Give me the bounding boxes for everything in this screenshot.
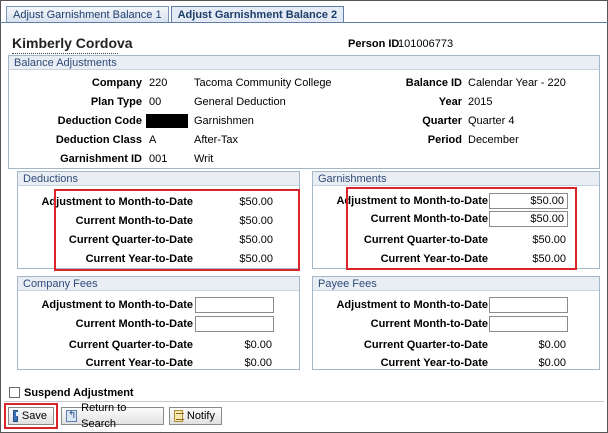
payee-fees-adj-mtd-label: Adjustment to Month-to-Date <box>336 299 488 311</box>
notify-button[interactable]: Notify <box>169 407 222 425</box>
suspend-adjustment-checkbox[interactable] <box>9 387 20 398</box>
payee-fees-adj-mtd-input[interactable] <box>489 297 568 313</box>
deduction-code-name: Garnishmen <box>194 115 254 127</box>
return-to-search-label: Return to Search <box>81 402 127 430</box>
balance-id-label: Balance ID <box>405 77 462 89</box>
payee-fees-ytd-label: Current Year-to-Date <box>380 357 488 369</box>
notify-icon <box>174 410 184 422</box>
tab-divider <box>0 22 608 23</box>
company-code: 220 <box>149 77 168 89</box>
plan-type-name: General Deduction <box>194 96 286 108</box>
payee-fees-qtd-label: Current Quarter-to-Date <box>363 339 488 351</box>
garnishment-id-value: 001 <box>149 153 168 165</box>
tab-adjust-garnishment-balance-1[interactable]: Adjust Garnishment Balance 1 <box>6 6 169 23</box>
period-label: Period <box>427 134 462 146</box>
tab-adjust-garnishment-balance-2[interactable]: Adjust Garnishment Balance 2 <box>170 6 345 23</box>
garnishment-type: Writ <box>194 153 214 165</box>
company-fees-header: Company Fees <box>18 277 299 291</box>
garnishments-highlight-box <box>346 187 577 270</box>
quarter-value: Quarter 4 <box>468 115 515 127</box>
payee-fees-qtd-value: $0.00 <box>538 339 566 351</box>
deductions-highlight-box <box>54 189 300 271</box>
company-fees-mtd-input[interactable] <box>195 316 274 332</box>
notify-label: Notify <box>186 410 215 422</box>
company-name: Tacoma Community College <box>194 77 332 89</box>
employee-name: Kimberly Cordova <box>12 35 133 51</box>
period-value: December <box>468 134 519 146</box>
plan-type-code: 00 <box>149 96 162 108</box>
deduction-class-code: A <box>149 134 157 146</box>
garnishments-header: Garnishments <box>313 172 599 186</box>
company-fees-ytd-label: Current Year-to-Date <box>85 357 193 369</box>
company-fees-qtd-label: Current Quarter-to-Date <box>68 339 193 351</box>
company-fees-adj-mtd-input[interactable] <box>195 297 274 313</box>
company-fees-mtd-label: Current Month-to-Date <box>75 318 193 330</box>
quarter-label: Quarter <box>422 115 462 127</box>
year-label: Year <box>438 96 462 108</box>
person-id-value: 101006773 <box>398 38 454 50</box>
company-fees-qtd-value: $0.00 <box>244 339 272 351</box>
company-label: Company <box>91 77 142 89</box>
payee-fees-mtd-input[interactable] <box>489 316 568 332</box>
tab-bar: Adjust Garnishment Balance 1 Adjust Garn… <box>6 6 346 23</box>
redacted-deduction-code <box>146 114 188 128</box>
employee-name-underline <box>12 53 118 54</box>
return-to-search-icon <box>66 408 78 424</box>
deduction-code-label: Deduction Code <box>57 115 142 127</box>
plan-type-label: Plan Type <box>90 96 142 108</box>
company-fees-ytd-value: $0.00 <box>244 357 272 369</box>
return-to-search-button[interactable]: Return to Search <box>61 402 164 430</box>
person-id-label: Person ID <box>348 38 400 50</box>
balance-adjustments-group: Balance Adjustments <box>8 55 600 169</box>
garnishment-id-label: Garnishment ID <box>60 153 142 165</box>
deduction-class-name: After-Tax <box>194 134 239 146</box>
year-value: 2015 <box>468 96 493 108</box>
payee-fees-header: Payee Fees <box>313 277 599 291</box>
balance-adjustments-header: Balance Adjustments <box>9 56 599 70</box>
payee-fees-mtd-label: Current Month-to-Date <box>370 318 488 330</box>
balance-id-value: Calendar Year - 220 <box>468 77 566 89</box>
payee-fees-ytd-value: $0.00 <box>538 357 566 369</box>
suspend-adjustment-label: Suspend Adjustment <box>24 387 134 399</box>
deduction-class-label: Deduction Class <box>55 134 142 146</box>
company-fees-adj-mtd-label: Adjustment to Month-to-Date <box>41 299 193 311</box>
save-highlight-box <box>4 403 58 429</box>
deductions-header: Deductions <box>18 172 299 186</box>
